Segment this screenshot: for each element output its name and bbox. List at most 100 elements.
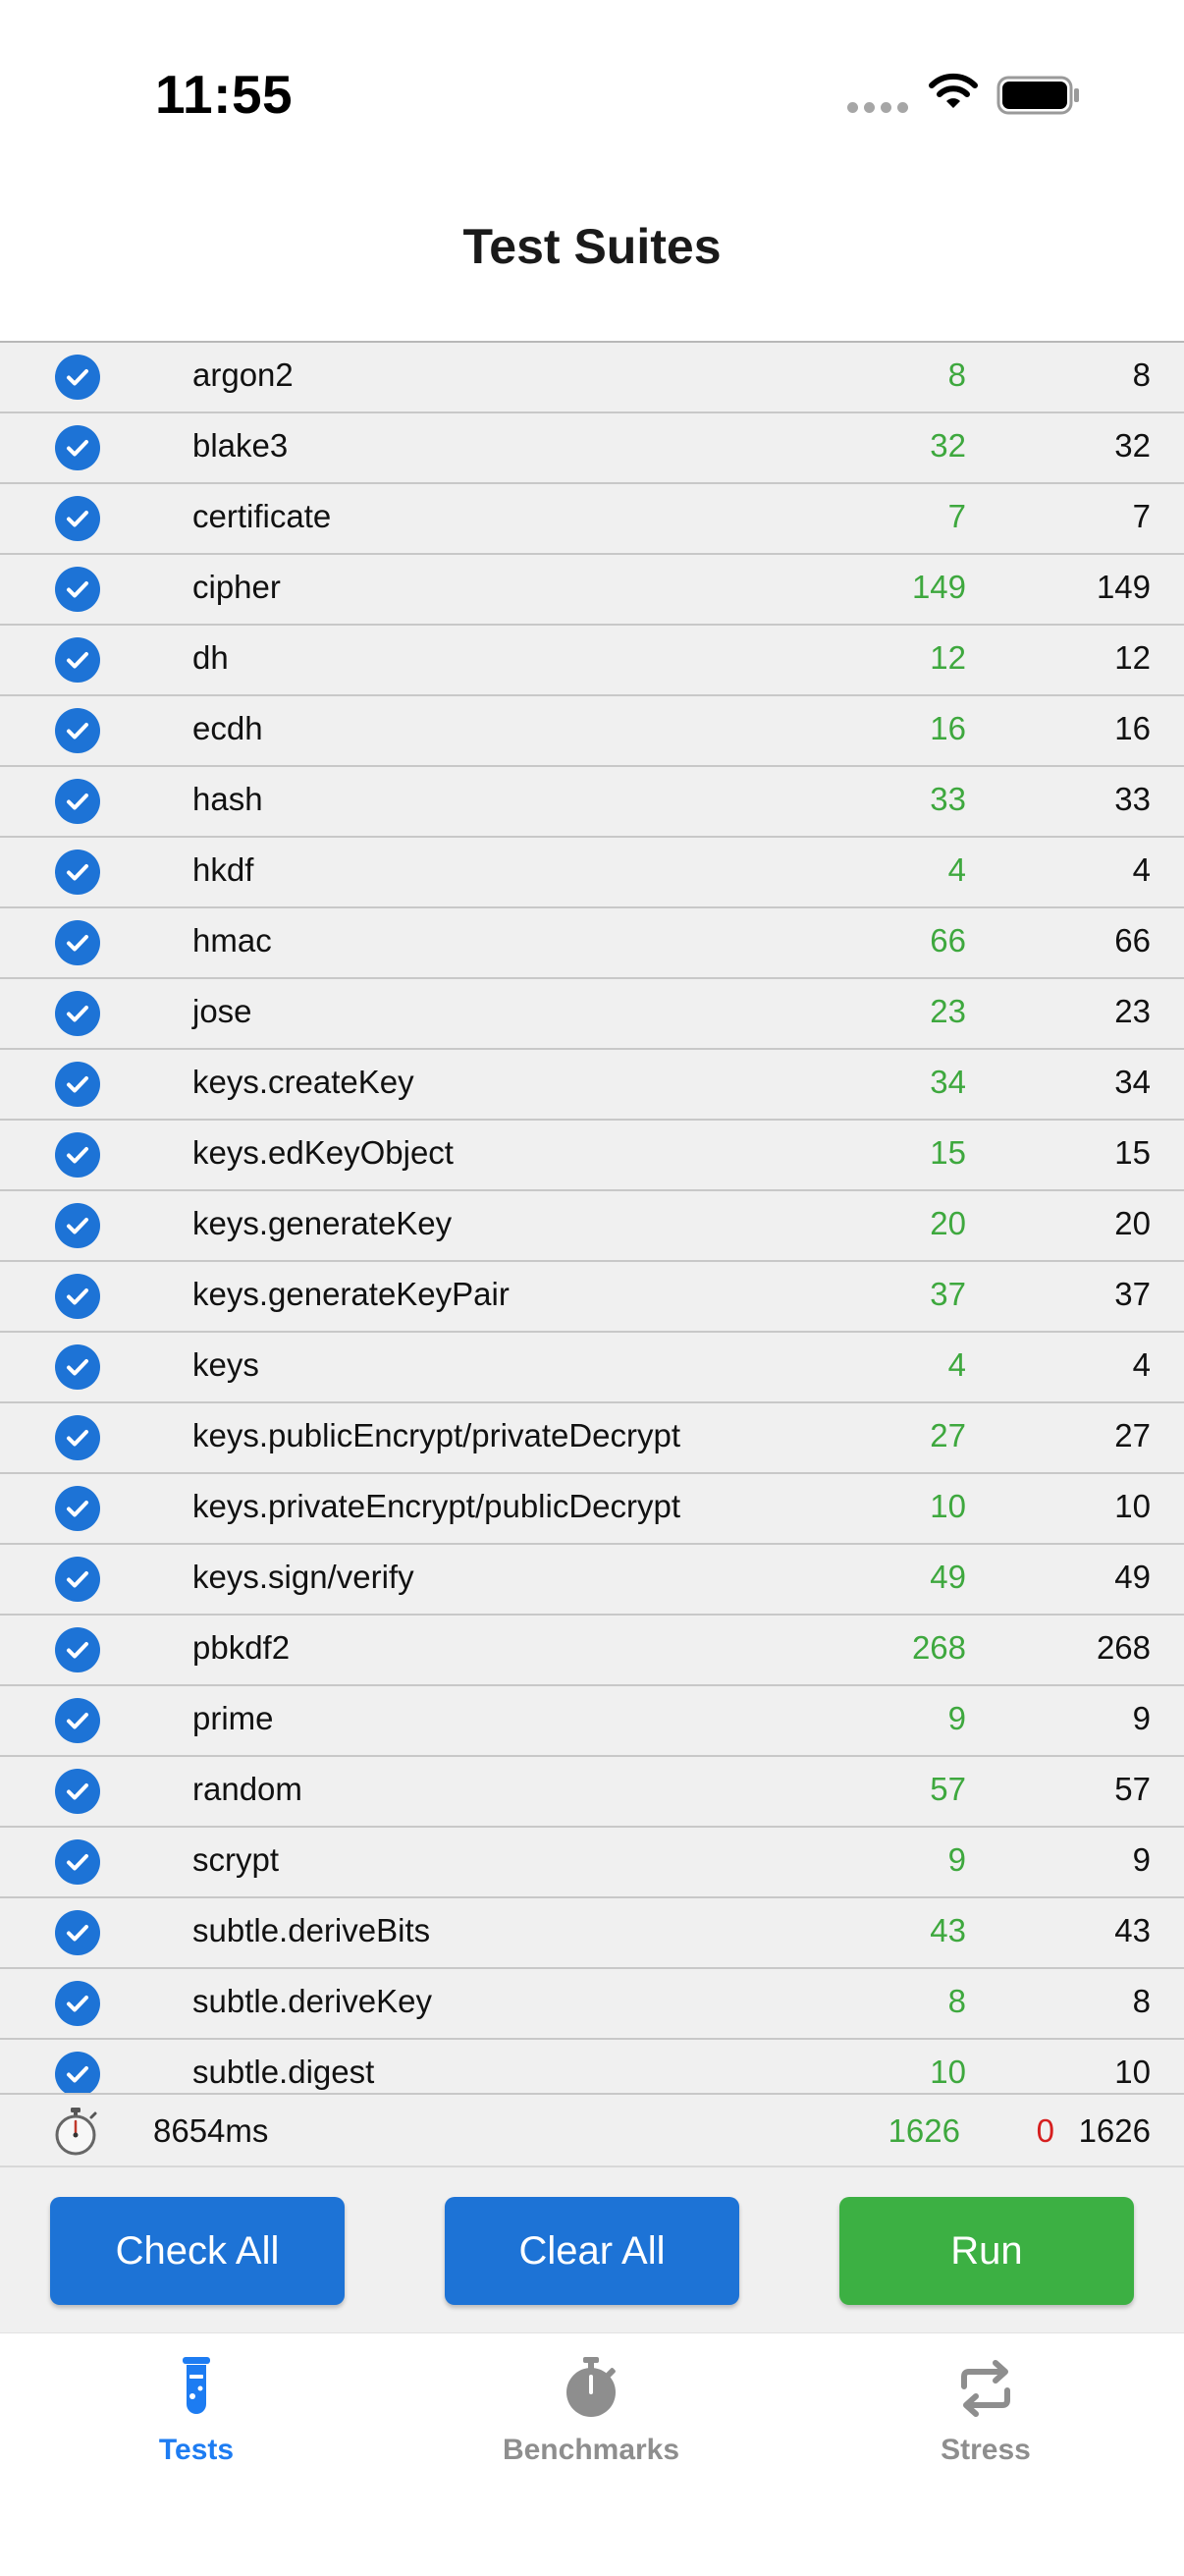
suite-name: random (192, 1771, 302, 1807)
checkmark-icon[interactable] (55, 1344, 100, 1390)
checkmark-icon[interactable] (55, 991, 100, 1036)
checkmark-icon[interactable] (55, 1839, 100, 1885)
suite-row[interactable]: blake3 32 32 (0, 413, 1184, 484)
suite-row[interactable]: prime 9 9 (0, 1686, 1184, 1757)
suite-total-count: 4 (1132, 1346, 1151, 1383)
suite-row[interactable]: hmac 66 66 (0, 908, 1184, 979)
suite-name: dh (192, 639, 229, 676)
checkmark-icon[interactable] (55, 1486, 100, 1531)
suite-name: hash (192, 781, 263, 817)
checkmark-icon[interactable] (55, 779, 100, 824)
checkmark-icon[interactable] (55, 920, 100, 965)
stopwatch-icon (55, 2108, 97, 2156)
tab-label: Benchmarks (502, 2434, 680, 2466)
checkmark-icon[interactable] (55, 1062, 100, 1107)
suite-name: scrypt (192, 1841, 280, 1878)
checkmark-icon[interactable] (55, 1415, 100, 1460)
checkmark-icon[interactable] (55, 1698, 100, 1743)
run-button[interactable]: Run (839, 2197, 1134, 2305)
suite-name: jose (192, 993, 252, 1029)
suite-passed-count: 12 (930, 639, 966, 676)
checkmark-icon[interactable] (55, 567, 100, 612)
suite-row[interactable]: keys.createKey 34 34 (0, 1050, 1184, 1121)
suite-row[interactable]: ecdh 16 16 (0, 696, 1184, 767)
suite-passed-count: 268 (911, 1629, 966, 1666)
suite-name: subtle.deriveKey (192, 1983, 432, 2019)
status-time: 11:55 (155, 64, 294, 125)
suite-row[interactable]: keys.generateKey 20 20 (0, 1191, 1184, 1262)
check-all-button[interactable]: Check All (50, 2197, 345, 2305)
suite-row[interactable]: argon2 8 8 (0, 343, 1184, 413)
suite-total-count: 15 (1114, 1134, 1151, 1171)
checkmark-icon[interactable] (55, 2052, 100, 2093)
suite-name: prime (192, 1700, 274, 1736)
suite-name: subtle.digest (192, 2054, 375, 2090)
checkmark-icon[interactable] (55, 1274, 100, 1319)
suite-row[interactable]: keys.edKeyObject 15 15 (0, 1121, 1184, 1191)
suite-passed-count: 7 (947, 498, 966, 534)
suite-row[interactable]: random 57 57 (0, 1757, 1184, 1828)
suite-row[interactable]: keys 4 4 (0, 1333, 1184, 1403)
checkmark-icon[interactable] (55, 637, 100, 683)
suite-total-count: 8 (1132, 356, 1151, 393)
suite-total-count: 43 (1114, 1912, 1151, 1948)
suite-row[interactable]: hash 33 33 (0, 767, 1184, 838)
suite-total-count: 27 (1114, 1417, 1151, 1453)
checkmark-icon[interactable] (55, 850, 100, 895)
suite-total-count: 4 (1132, 851, 1151, 888)
suite-total-count: 16 (1114, 710, 1151, 746)
suite-total-count: 10 (1114, 1488, 1151, 1524)
suite-row[interactable]: jose 23 23 (0, 979, 1184, 1050)
test-tube-icon (183, 2357, 210, 2414)
suite-passed-count: 8 (947, 1983, 966, 2019)
suite-total-count: 32 (1114, 427, 1151, 464)
suite-row[interactable]: subtle.digest 10 10 (0, 2040, 1184, 2093)
suite-row[interactable]: keys.privateEncrypt/publicDecrypt 10 10 (0, 1474, 1184, 1545)
suite-row[interactable]: keys.generateKeyPair 37 37 (0, 1262, 1184, 1333)
tab-tests[interactable]: Tests (49, 2355, 344, 2493)
suite-list[interactable]: argon2 8 8 blake3 32 32 certificate 7 7 … (0, 343, 1184, 2093)
tab-stress[interactable]: Stress (838, 2355, 1133, 2493)
checkmark-icon[interactable] (55, 1981, 100, 2026)
suite-row[interactable]: subtle.deriveKey 8 8 (0, 1969, 1184, 2040)
summary-passed-count: 1626 (888, 2112, 960, 2149)
suite-row[interactable]: subtle.deriveBits 43 43 (0, 1898, 1184, 1969)
checkmark-icon[interactable] (55, 496, 100, 541)
checkmark-icon[interactable] (55, 1557, 100, 1602)
checkmark-icon[interactable] (55, 355, 100, 400)
tab-label: Stress (941, 2434, 1031, 2466)
suite-name: keys.sign/verify (192, 1559, 414, 1595)
tab-bar: Tests Benchmarks Stress (0, 2332, 1184, 2576)
status-bar: 11:55 (0, 0, 1184, 187)
suite-name: pbkdf2 (192, 1629, 291, 1666)
checkmark-icon[interactable] (55, 708, 100, 753)
checkmark-icon[interactable] (55, 1627, 100, 1672)
suite-row[interactable]: scrypt 9 9 (0, 1828, 1184, 1898)
suite-row[interactable]: pbkdf2 268 268 (0, 1616, 1184, 1686)
suite-row[interactable]: dh 12 12 (0, 626, 1184, 696)
suite-name: cipher (192, 569, 281, 605)
suite-total-count: 57 (1114, 1771, 1151, 1807)
checkmark-icon[interactable] (55, 1910, 100, 1955)
suite-passed-count: 33 (930, 781, 966, 817)
stopwatch-icon (566, 2357, 616, 2417)
suite-passed-count: 15 (930, 1134, 966, 1171)
suite-row[interactable]: certificate 7 7 (0, 484, 1184, 555)
clear-all-button[interactable]: Clear All (445, 2197, 739, 2305)
suite-total-count: 10 (1114, 2054, 1151, 2090)
tab-benchmarks[interactable]: Benchmarks (444, 2355, 738, 2493)
suite-row[interactable]: hkdf 4 4 (0, 838, 1184, 908)
wifi-icon (929, 73, 978, 108)
checkmark-icon[interactable] (55, 1132, 100, 1178)
summary-total-count: 1626 (1078, 2112, 1151, 2149)
checkmark-icon[interactable] (55, 1203, 100, 1248)
suite-name: hkdf (192, 851, 254, 888)
suite-row[interactable]: cipher 149 149 (0, 555, 1184, 626)
suite-total-count: 268 (1096, 1629, 1151, 1666)
suite-row[interactable]: keys.publicEncrypt/privateDecrypt 27 27 (0, 1403, 1184, 1474)
checkmark-icon[interactable] (55, 1769, 100, 1814)
suite-row[interactable]: keys.sign/verify 49 49 (0, 1545, 1184, 1616)
suite-passed-count: 9 (947, 1841, 966, 1878)
checkmark-icon[interactable] (55, 425, 100, 470)
suite-name: keys (192, 1346, 259, 1383)
